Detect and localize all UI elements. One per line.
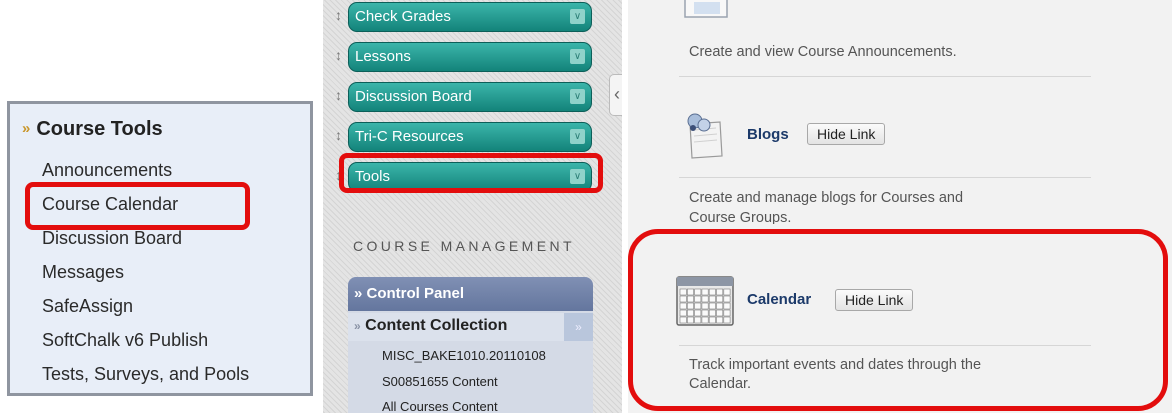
menu-item-tri-c-resources[interactable]: Tri-C Resources ∨ <box>348 122 592 152</box>
dropdown-chevron-icon[interactable]: ∨ <box>570 9 585 24</box>
content-item-all-courses[interactable]: All Courses Content <box>382 399 498 413</box>
course-tools-item-tests-surveys-pools[interactable]: Tests, Surveys, and Pools <box>42 364 249 385</box>
double-chevron-up-icon: » <box>354 319 361 333</box>
course-menu-panel: ↕ Check Grades ∨ ↕ Lessons ∨ ↕ Discussio… <box>318 0 622 413</box>
dropdown-chevron-icon[interactable]: ∨ <box>570 49 585 64</box>
menu-item-label: Check Grades <box>355 8 451 25</box>
drag-handle-icon[interactable]: ↕ <box>335 87 342 103</box>
tools-menu-highlight <box>339 153 603 193</box>
control-panel-label: Control Panel <box>366 285 465 302</box>
menu-item-label: Tri-C Resources <box>355 128 464 145</box>
collapse-menu-icon[interactable]: ‹ <box>609 74 622 116</box>
calendar-highlight <box>628 229 1168 411</box>
course-tools-item-messages[interactable]: Messages <box>42 262 124 283</box>
dropdown-chevron-icon[interactable]: ∨ <box>570 129 585 144</box>
course-management-title: COURSE MANAGEMENT <box>353 238 575 254</box>
content-item-misc-bake[interactable]: MISC_BAKE1010.20110108 <box>382 348 546 363</box>
blogs-description-line2: Course Groups. <box>689 210 792 224</box>
drag-handle-icon[interactable]: ↕ <box>335 47 342 63</box>
content-item-s00851655[interactable]: S00851655 Content <box>382 374 498 389</box>
double-chevron-right-icon[interactable]: » <box>564 313 593 341</box>
menu-item-label: Discussion Board <box>355 88 472 105</box>
control-panel: »︎ Control Panel » Content Collection » … <box>348 277 593 413</box>
blogs-icon <box>687 113 723 159</box>
drag-handle-icon[interactable]: ↕ <box>335 7 342 23</box>
control-panel-header[interactable]: »︎ Control Panel <box>348 277 593 311</box>
dropdown-chevron-icon[interactable]: ∨ <box>570 89 585 104</box>
double-chevron-up-icon: » <box>22 120 31 137</box>
panel-separator <box>318 0 323 413</box>
menu-item-discussion-board[interactable]: Discussion Board ∨ <box>348 82 592 112</box>
course-tools-item-discussion-board[interactable]: Discussion Board <box>42 228 182 249</box>
drag-handle-icon[interactable]: ↕ <box>335 127 342 143</box>
course-tools-item-softchalk[interactable]: SoftChalk v6 Publish <box>42 330 208 351</box>
menu-item-check-grades[interactable]: Check Grades ∨ <box>348 2 592 32</box>
menu-item-lessons[interactable]: Lessons ∨ <box>348 42 592 72</box>
blogs-description-line1: Create and manage blogs for Courses and <box>689 190 964 206</box>
control-panel-title: »︎ Control Panel <box>354 285 465 302</box>
course-tools-header[interactable]: » Course Tools <box>22 118 163 141</box>
course-tools-panel: » Course Tools Announcements Course Calen… <box>7 101 313 396</box>
course-tools-title: Course Tools <box>36 118 163 140</box>
content-collection-label: Content Collection <box>365 317 508 334</box>
divider <box>679 177 1091 178</box>
blogs-title[interactable]: Blogs <box>747 126 789 143</box>
course-tools-item-safeassign[interactable]: SafeAssign <box>42 296 133 317</box>
announcements-icon <box>684 0 728 18</box>
content-collection-header[interactable]: » Content Collection <box>348 313 593 341</box>
blogs-hide-link-button[interactable]: Hide Link <box>807 123 886 145</box>
divider <box>679 76 1091 77</box>
announcements-description: Create and view Course Announcements. <box>689 44 957 60</box>
content-collection-title: » Content Collection <box>354 317 507 335</box>
menu-item-label: Lessons <box>355 48 411 65</box>
course-tools-item-announcements[interactable]: Announcements <box>42 160 172 181</box>
course-calendar-highlight <box>25 182 250 230</box>
